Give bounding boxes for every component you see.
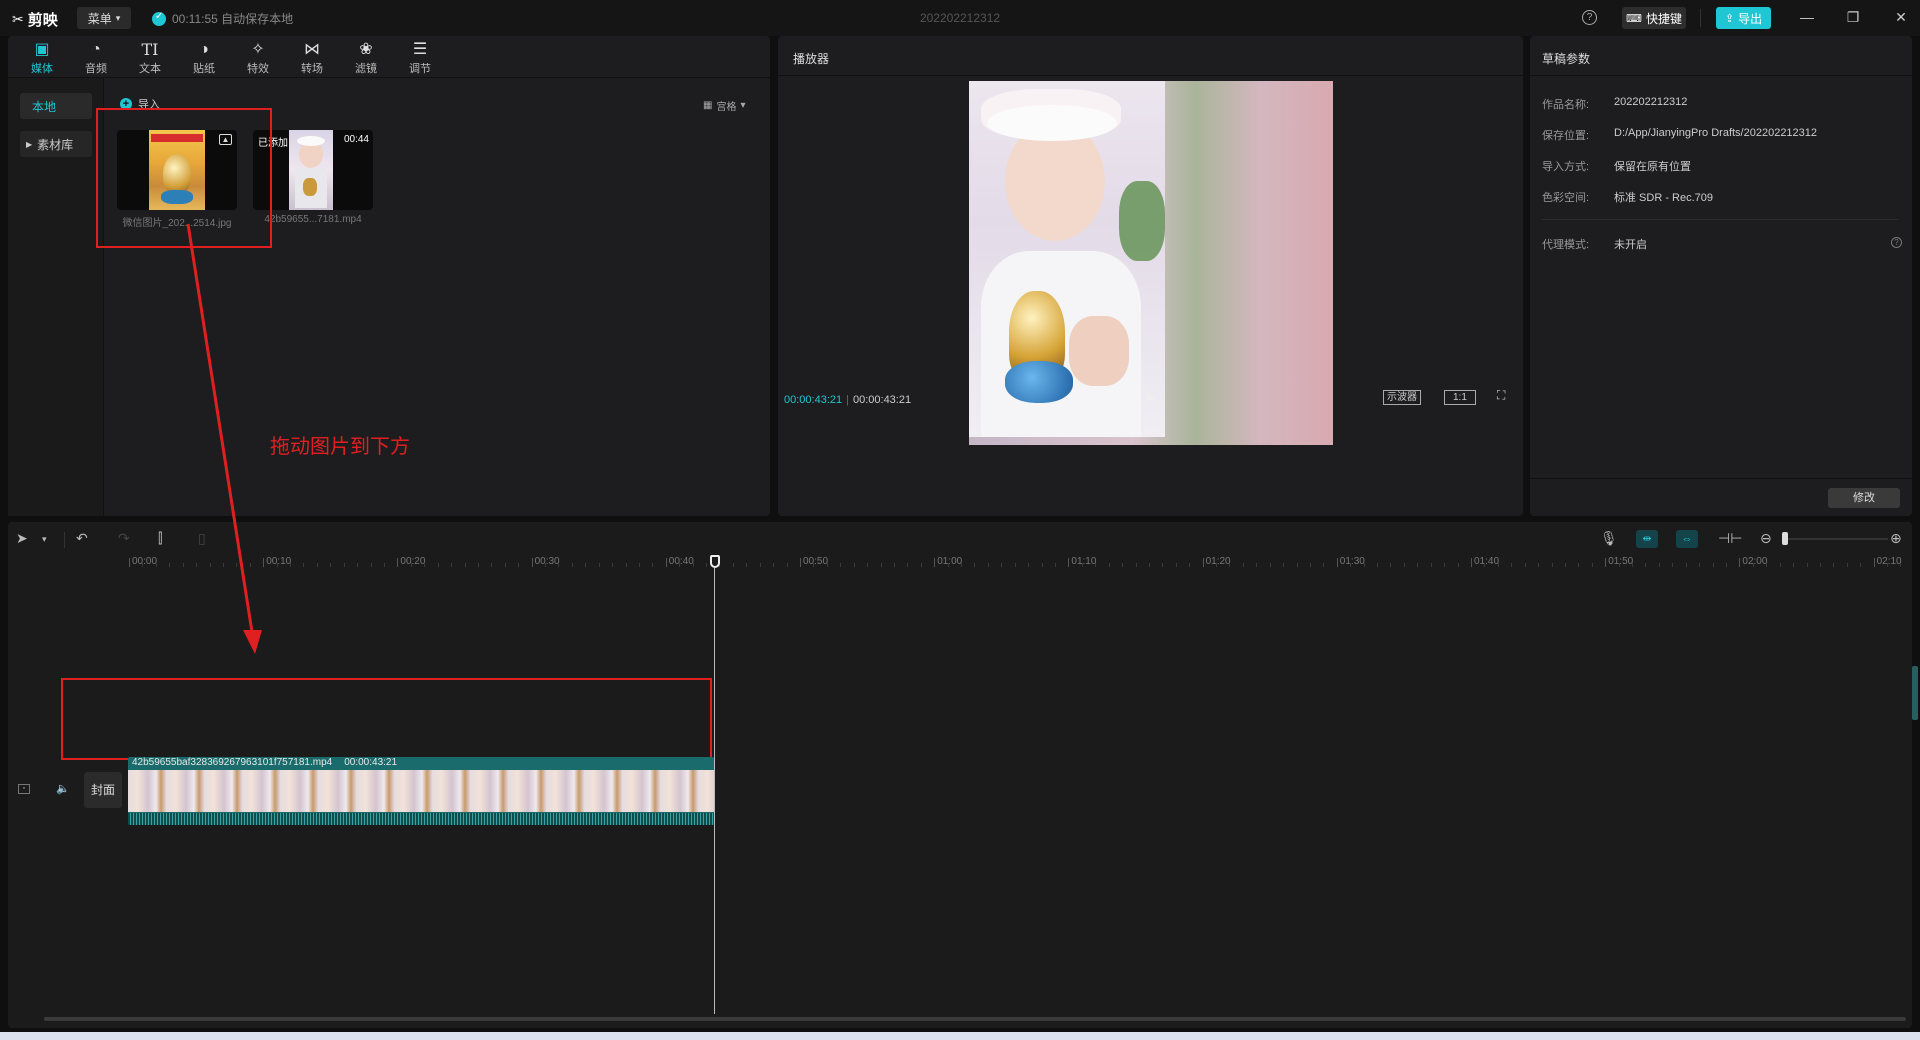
track-mute-icon[interactable]: 🔈 — [56, 782, 70, 795]
cover-button[interactable]: 封面 — [84, 772, 122, 808]
annotation-arrow — [186, 223, 262, 654]
video-clip[interactable]: 42b59655baf328369267963101f757181.mp4 00… — [128, 757, 714, 825]
timeline-scrollbar[interactable] — [44, 1017, 1906, 1021]
clip-waveform — [128, 813, 714, 825]
track-height-handle[interactable] — [1912, 666, 1918, 720]
clip-header: 42b59655baf328369267963101f757181.mp4 00… — [132, 757, 397, 769]
clip-filmstrip — [128, 770, 714, 812]
taskbar-strip — [0, 1032, 1920, 1040]
clip-duration: 00:00:43:21 — [344, 757, 398, 768]
clip-name: 42b59655baf328369267963101f757181.mp4 — [132, 757, 333, 768]
track-lock-icon[interactable]: ▪ — [18, 784, 30, 794]
